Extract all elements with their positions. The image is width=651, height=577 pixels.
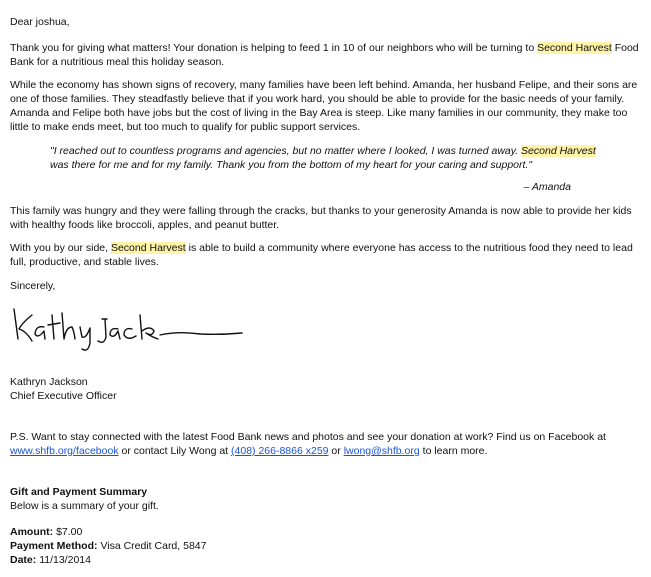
signer-title: Chief Executive Officer — [10, 390, 117, 402]
closing: Sincerely, — [10, 280, 56, 292]
paragraph-impact: This family was hungry and they were fal… — [10, 205, 632, 231]
text-segment: With you by our side, — [10, 242, 111, 254]
paragraph-story: While the economy has shown signs of rec… — [10, 79, 638, 133]
amount-label: Amount: — [10, 526, 54, 538]
text-segment: P.S. Want to stay connected with the lat… — [10, 431, 606, 443]
text-segment: or — [328, 445, 344, 457]
summary-heading: Gift and Payment Summary — [10, 486, 148, 498]
highlight-second-harvest: Second Harvest — [521, 145, 596, 157]
email-letter: Dear joshua, Thank you for giving what m… — [0, 0, 651, 577]
date-label: Date: — [10, 554, 37, 566]
summary-details: Amount: $7.00 Payment Method: Visa Credi… — [10, 525, 641, 567]
summary-intro: Below is a summary of your gift. — [10, 500, 159, 512]
paragraph-community: With you by our side, Second Harvest is … — [10, 241, 641, 269]
amount-value: $7.00 — [56, 526, 83, 538]
handwritten-signature — [10, 301, 641, 361]
postscript: P.S. Want to stay connected with the lat… — [10, 430, 641, 458]
testimonial-quote: "I reached out to countless programs and… — [50, 144, 601, 172]
phone-link[interactable]: (408) 266-8866 x259 — [231, 445, 329, 457]
quote-attribution: – Amanda — [523, 181, 571, 193]
payment-method-value: Visa Credit Card, 5847 — [100, 540, 207, 552]
text-segment: to learn more. — [419, 445, 488, 457]
greeting: Dear joshua, — [10, 16, 70, 28]
payment-method-row: Payment Method: Visa Credit Card, 5847 — [10, 539, 641, 553]
signature-icon — [13, 308, 243, 351]
signer-block: Kathryn Jackson Chief Executive Officer — [10, 375, 641, 403]
date-value: 11/13/2014 — [39, 554, 91, 566]
text-segment: Thank you for giving what matters! Your … — [10, 42, 538, 54]
paragraph-thanks: Thank you for giving what matters! Your … — [10, 41, 641, 69]
email-link[interactable]: lwong@shfb.org — [344, 445, 420, 457]
facebook-link[interactable]: www.shfb.org/facebook — [10, 445, 119, 457]
amount-row: Amount: $7.00 — [10, 525, 641, 539]
gift-summary: Gift and Payment Summary Below is a summ… — [10, 485, 641, 567]
text-segment: or contact Lily Wong at — [118, 445, 232, 457]
text-segment: was there for me and for my family. Than… — [50, 159, 533, 171]
payment-method-label: Payment Method: — [10, 540, 98, 552]
date-row: Date: 11/13/2014 — [10, 553, 641, 567]
highlight-second-harvest: Second Harvest — [537, 42, 612, 54]
text-segment: "I reached out to countless programs and… — [50, 145, 522, 157]
highlight-second-harvest: Second Harvest — [110, 242, 186, 254]
signer-name: Kathryn Jackson — [10, 376, 88, 388]
